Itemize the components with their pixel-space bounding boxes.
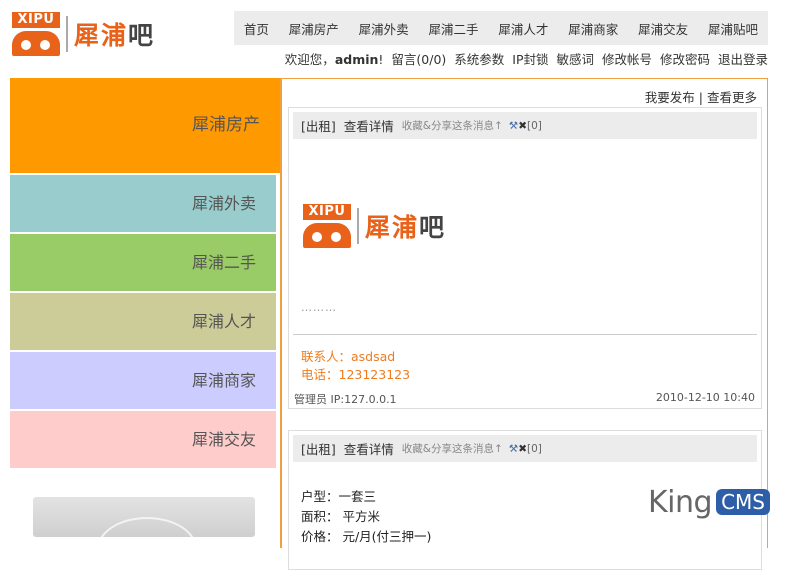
- category-talent[interactable]: 犀浦人才: [10, 293, 276, 350]
- category-dating[interactable]: 犀浦交友: [10, 411, 276, 468]
- favorite-share-link[interactable]: 收藏&分享这条消息↑: [402, 118, 503, 133]
- watermark-king: King: [648, 484, 713, 520]
- post-tools: ⚒✖[0]: [509, 120, 542, 132]
- username: admin: [334, 52, 379, 67]
- link-messages[interactable]: 留言(0/0): [391, 52, 446, 67]
- nav-merchant[interactable]: 犀浦商家: [568, 19, 618, 38]
- main-panel: 我要发布 | 查看更多 [出租] 查看详情 收藏&分享这条消息↑ ⚒✖[0] X…: [280, 78, 768, 570]
- welcome-excl: !: [378, 52, 384, 67]
- post-logo-badge: XIPU: [303, 204, 351, 220]
- nav-takeout[interactable]: 犀浦外卖: [359, 19, 409, 38]
- contact-person: 联系人：asdsad: [301, 349, 396, 364]
- favorite-share-link[interactable]: 收藏&分享这条消息↑: [402, 441, 503, 456]
- post-author: 管理员 IP:127.0.0.1: [294, 393, 397, 406]
- nav-talent[interactable]: 犀浦人才: [498, 19, 548, 38]
- post-date: 2010-12-10 10:40: [655, 391, 755, 404]
- nav-forum[interactable]: 犀浦贴吧: [708, 19, 758, 38]
- link-change-password[interactable]: 修改密码: [660, 52, 710, 67]
- post-tag: [出租]: [301, 442, 336, 457]
- kingcms-watermark: King CMS: [648, 484, 770, 520]
- category-merchant[interactable]: 犀浦商家: [10, 352, 276, 409]
- delete-icon[interactable]: ✖: [518, 443, 527, 455]
- category-sidebar: 犀浦房产 犀浦外卖 犀浦二手 犀浦人才 犀浦商家 犀浦交友: [10, 78, 280, 470]
- post-logo-divider: [357, 208, 359, 244]
- house-price: 价格： 元/月(付三押一): [301, 529, 432, 544]
- category-secondhand[interactable]: 犀浦二手: [10, 234, 276, 291]
- view-detail-link[interactable]: 查看详情: [344, 439, 394, 458]
- link-ip-block[interactable]: IP封锁: [512, 52, 548, 67]
- category-house[interactable]: 犀浦房产: [10, 78, 280, 173]
- wrench-icon[interactable]: ⚒: [509, 120, 518, 132]
- house-area: 面积： 平方米: [301, 509, 380, 524]
- user-bar: 欢迎您，admin! 留言(0/0) 系统参数 IP封锁 敏感词 修改帐号 修改…: [285, 49, 768, 68]
- nav-home[interactable]: 首页: [244, 19, 269, 38]
- delete-icon[interactable]: ✖: [518, 120, 527, 132]
- link-system-params[interactable]: 系统参数: [454, 52, 504, 67]
- house-type: 户型：一套三: [301, 489, 377, 504]
- welcome-text: 欢迎您，: [284, 52, 335, 67]
- view-detail-link[interactable]: 查看详情: [344, 116, 394, 135]
- watermark-cms: CMS: [716, 489, 770, 515]
- link-logout[interactable]: 退出登录: [718, 52, 768, 67]
- post-count: [0]: [527, 442, 542, 455]
- post-logo-mark: XIPU: [303, 204, 353, 248]
- post-tag: [出租]: [301, 119, 336, 134]
- post-tools: ⚒✖[0]: [509, 443, 542, 455]
- post-image: XIPU 犀浦吧: [303, 204, 446, 248]
- wrench-icon[interactable]: ⚒: [509, 443, 518, 455]
- post-logo-face-icon: [303, 223, 351, 248]
- publish-link[interactable]: 我要发布: [645, 90, 695, 105]
- main-actions: 我要发布 | 查看更多: [645, 87, 757, 106]
- category-takeout[interactable]: 犀浦外卖: [10, 175, 276, 232]
- post-header: [出租] 查看详情 收藏&分享这条消息↑ ⚒✖[0]: [293, 435, 757, 462]
- post-divider: [293, 334, 757, 335]
- top-nav: 首页 犀浦房产 犀浦外卖 犀浦二手 犀浦人才 犀浦商家 犀浦交友 犀浦贴吧: [234, 11, 768, 45]
- post-count: [0]: [527, 119, 542, 132]
- sidebar-image: [33, 497, 255, 537]
- site-logo[interactable]: XIPU 犀浦吧: [12, 10, 172, 58]
- nav-house[interactable]: 犀浦房产: [289, 19, 339, 38]
- post-logo-text: 犀浦吧: [365, 213, 447, 242]
- contact-phone: 电话：123123123: [301, 367, 411, 382]
- link-edit-account[interactable]: 修改帐号: [602, 52, 652, 67]
- post-header: [出租] 查看详情 收藏&分享这条消息↑ ⚒✖[0]: [293, 112, 757, 139]
- logo-badge: XIPU: [12, 12, 60, 28]
- logo-divider: [66, 16, 68, 52]
- post-card: [出租] 查看详情 收藏&分享这条消息↑ ⚒✖[0] XIPU 犀浦吧 ……… …: [288, 107, 762, 409]
- post-excerpt: ………: [301, 301, 337, 314]
- link-sensitive-words[interactable]: 敏感词: [556, 52, 594, 67]
- nav-dating[interactable]: 犀浦交友: [638, 19, 688, 38]
- nav-secondhand[interactable]: 犀浦二手: [429, 19, 479, 38]
- actions-separator: |: [698, 90, 703, 105]
- logo-face-icon: [12, 31, 60, 56]
- logo-text: 犀浦吧: [74, 21, 156, 50]
- view-more-link[interactable]: 查看更多: [707, 90, 757, 105]
- logo-mark: XIPU: [12, 12, 62, 56]
